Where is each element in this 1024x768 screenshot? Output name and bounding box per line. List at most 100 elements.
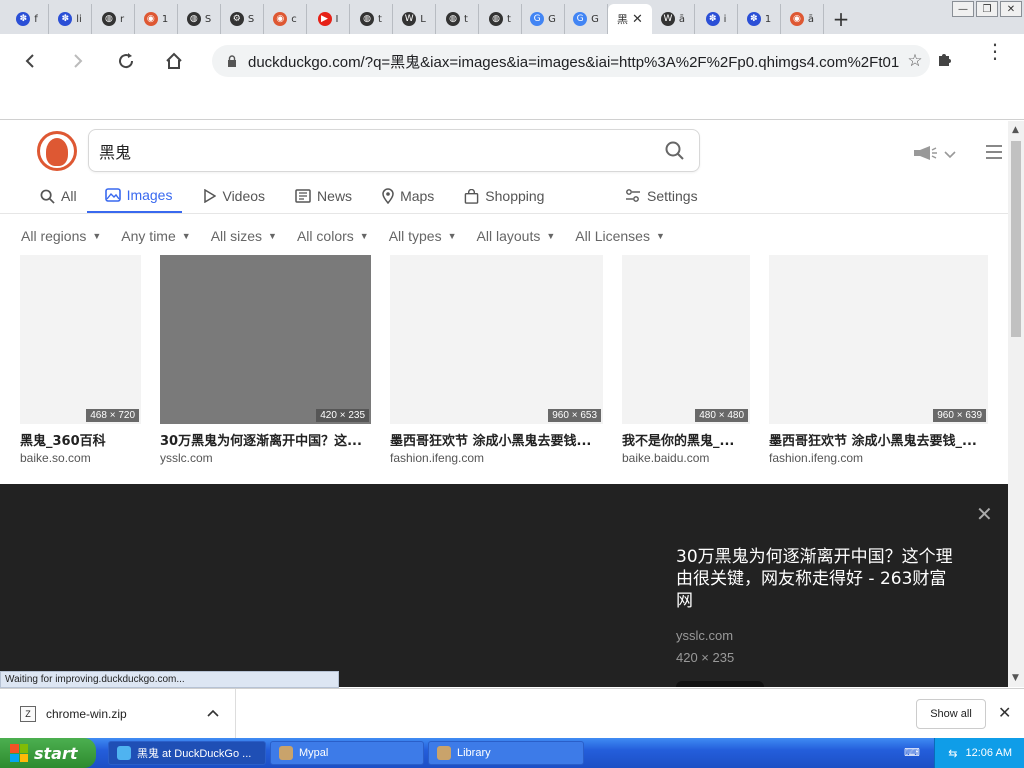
filter-dropdown-5[interactable]: All layouts ▼	[477, 224, 556, 248]
globe-icon: ◍	[360, 12, 375, 26]
tab-after-1[interactable]: ✽ i	[695, 4, 738, 34]
tab-5[interactable]: ⚙ S	[221, 4, 264, 34]
tab-11[interactable]: ◍ t	[479, 4, 522, 34]
maximize-button[interactable]: ❐	[976, 1, 998, 17]
back-button[interactable]	[6, 41, 54, 81]
duckduckgo-logo[interactable]	[37, 131, 77, 171]
extensions-puzzle-icon[interactable]	[936, 50, 954, 73]
detail-title[interactable]: 30万黑鬼为何逐渐离开中国？这个理由很关键，网友称走得好 - 263财富网	[676, 546, 956, 612]
tab-active[interactable]: 黑 ✕	[608, 4, 652, 34]
download-item[interactable]: Z chrome-win.zip	[0, 688, 236, 739]
filter-dropdown-2[interactable]: All sizes ▼	[211, 224, 277, 248]
close-window-button[interactable]: ✕	[1000, 1, 1022, 17]
result-source[interactable]: baike.baidu.com	[622, 451, 750, 465]
network-icon[interactable]: ⇆	[948, 747, 957, 760]
browser-menu-icon[interactable]: ⋮	[985, 41, 1005, 61]
chevron-up-icon[interactable]	[207, 708, 219, 720]
result-title[interactable]: 墨西哥狂欢节 涂成小黑鬼去要钱...	[390, 430, 603, 449]
filter-dropdown-1[interactable]: Any time ▼	[121, 224, 190, 248]
tab-label: Images	[126, 187, 173, 203]
result-title[interactable]: 我不是你的黑鬼_...	[622, 430, 750, 449]
tab-videos[interactable]: Videos	[182, 179, 275, 213]
result-thumbnail[interactable]: 468 × 720	[20, 255, 141, 424]
tab-13[interactable]: GG	[565, 4, 608, 34]
search-input[interactable]: 黑鬼	[99, 139, 651, 163]
result-title[interactable]: 墨西哥狂欢节 涂成小黑鬼去要钱_...	[769, 430, 988, 449]
tab-8[interactable]: ◍ t	[350, 4, 393, 34]
tab-3[interactable]: ◉ 1	[135, 4, 178, 34]
result-thumbnail[interactable]: 480 × 480	[622, 255, 750, 424]
filter-label: All types	[388, 228, 442, 244]
tab-news[interactable]: News	[275, 179, 362, 213]
detail-source[interactable]: ysslc.com	[676, 628, 733, 643]
result-thumbnail-selected[interactable]: 420 × 235	[160, 255, 371, 424]
filter-dropdown-4[interactable]: All types ▼	[389, 224, 457, 248]
result-tile-2[interactable]: 420 × 235 30万黑鬼为何逐渐离开中国？这... ysslc.com	[160, 255, 371, 465]
status-bar: Waiting for improving.duckduckgo.com...	[0, 671, 339, 688]
minimize-button[interactable]: —	[952, 1, 974, 17]
close-detail-icon[interactable]: ✕	[976, 502, 993, 526]
search-box[interactable]: 黑鬼	[88, 129, 700, 172]
result-source[interactable]: ysslc.com	[160, 451, 371, 465]
tab-10[interactable]: ◍ t	[436, 4, 479, 34]
megaphone-icon[interactable]	[912, 145, 938, 165]
tab-after-3[interactable]: ◉ ā	[781, 4, 824, 34]
scroll-up-icon[interactable]: ▲	[1012, 125, 1019, 135]
result-title[interactable]: 黑鬼_360百科	[20, 430, 141, 449]
chevron-down-icon[interactable]	[944, 147, 956, 163]
filter-dropdown-6[interactable]: All Licenses ▼	[575, 224, 665, 248]
tab-shopping[interactable]: Shopping	[444, 179, 554, 213]
tab-after-0[interactable]: Wā	[652, 4, 695, 34]
hamburger-menu-icon[interactable]	[986, 145, 1002, 163]
tab-6[interactable]: ◉ c	[264, 4, 307, 34]
result-tile-1[interactable]: 468 × 720 黑鬼_360百科 baike.so.com	[20, 255, 141, 465]
scroll-down-icon[interactable]: ▼	[1012, 673, 1019, 683]
scrollbar-thumb[interactable]	[1011, 141, 1021, 337]
close-tab-icon[interactable]: ✕	[632, 12, 643, 27]
search-icon[interactable]	[651, 141, 699, 161]
start-button[interactable]: start	[0, 738, 96, 768]
tab-maps[interactable]: Maps	[362, 179, 444, 213]
result-tile-3[interactable]: 960 × 653 墨西哥狂欢节 涂成小黑鬼去要钱... fashion.ife…	[390, 255, 603, 465]
tab-7[interactable]: ▶ I	[307, 4, 350, 34]
keyboard-icon[interactable]: ⌨	[904, 746, 920, 759]
taskbar-item-library[interactable]: Library	[428, 741, 584, 765]
result-source[interactable]: baike.so.com	[20, 451, 141, 465]
tab-0[interactable]: ✽ f	[6, 4, 49, 34]
forward-button[interactable]	[54, 41, 102, 81]
visit-site-button[interactable]	[676, 681, 764, 687]
filter-dropdown-0[interactable]: All regions ▼	[21, 224, 101, 248]
result-source[interactable]: fashion.ifeng.com	[390, 451, 603, 465]
close-shelf-icon[interactable]: ✕	[998, 703, 1011, 722]
play-icon	[202, 189, 217, 203]
new-tab-button[interactable]: +	[824, 4, 858, 34]
settings-link[interactable]: Settings	[625, 179, 698, 213]
tab-1[interactable]: ✽ li	[49, 4, 92, 34]
taskbar-item-mypal[interactable]: Mypal	[270, 741, 424, 765]
result-tile-4[interactable]: 480 × 480 我不是你的黑鬼_... baike.baidu.com	[622, 255, 750, 465]
tab-all[interactable]: All	[20, 179, 87, 213]
paw-icon: ✽	[705, 12, 720, 26]
tab-images[interactable]: Images	[86, 179, 183, 213]
show-all-button[interactable]: Show all	[916, 699, 986, 729]
result-title[interactable]: 30万黑鬼为何逐渐离开中国？这...	[160, 430, 371, 449]
home-button[interactable]	[150, 41, 198, 81]
image-dimensions: 960 × 653	[548, 409, 601, 422]
taskbar-item-browser[interactable]: 黑鬼 at DuckDuckGo ...	[108, 741, 266, 765]
tab-label: Videos	[222, 188, 266, 204]
bookmark-star-icon[interactable]: ☆	[900, 51, 930, 71]
result-source[interactable]: fashion.ifeng.com	[769, 451, 988, 465]
image-dimensions: 468 × 720	[86, 409, 139, 422]
tab-12[interactable]: GG	[522, 4, 565, 34]
page-scrollbar[interactable]: ▲ ▼	[1008, 121, 1024, 687]
result-thumbnail[interactable]: 960 × 639	[769, 255, 988, 424]
tab-9[interactable]: WL	[393, 4, 436, 34]
result-tile-5[interactable]: 960 × 639 墨西哥狂欢节 涂成小黑鬼去要钱_... fashion.if…	[769, 255, 988, 465]
result-thumbnail[interactable]: 960 × 653	[390, 255, 603, 424]
tab-2[interactable]: ◍ r	[92, 4, 135, 34]
filter-dropdown-3[interactable]: All colors ▼	[297, 224, 369, 248]
address-bar[interactable]: duckduckgo.com/?q=黑鬼&iax=images&ia=image…	[212, 45, 930, 77]
tab-4[interactable]: ◍ S	[178, 4, 221, 34]
reload-button[interactable]	[102, 41, 150, 81]
tab-after-2[interactable]: ✽ 1	[738, 4, 781, 34]
